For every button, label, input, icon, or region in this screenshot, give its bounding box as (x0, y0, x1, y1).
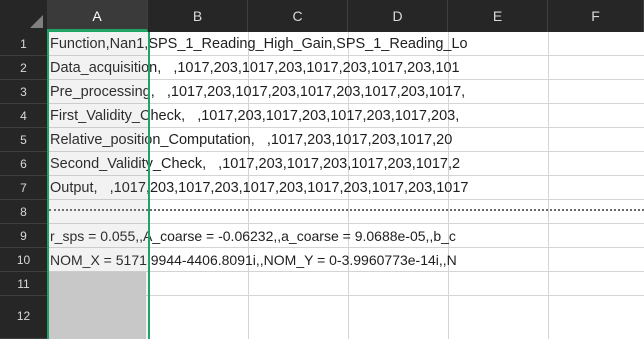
row-header-column: 1 2 3 4 5 6 7 8 9 10 11 12 (0, 32, 47, 339)
cell-a6[interactable]: Second_Validity_Check, ,1017,203,1017,20… (47, 152, 644, 176)
column-header-row: A B C D E F (0, 0, 644, 32)
column-header-d[interactable]: D (348, 0, 448, 32)
column-header-a[interactable]: A (47, 0, 148, 32)
column-header-b[interactable]: B (148, 0, 248, 32)
row-header-5[interactable]: 5 (0, 128, 47, 152)
cell-a5[interactable]: Relative_position_Computation, ,1017,203… (47, 128, 644, 152)
select-all-triangle-icon (30, 15, 43, 28)
row-header-1[interactable]: 1 (0, 32, 47, 56)
cell-a9[interactable]: r_sps = 0.055,,A_coarse = -0.06232,,a_co… (47, 224, 644, 248)
cell-a10[interactable]: NOM_X = 5171.9944-4406.8091i,,NOM_Y = 0-… (47, 248, 644, 272)
dotted-separator-line (49, 209, 644, 211)
cell-a4[interactable]: First_Validity_Check, ,1017,203,1017,203… (47, 104, 644, 128)
cell-a2[interactable]: Data_acquisition, ,1017,203,1017,203,101… (47, 56, 644, 80)
row-header-9[interactable]: 9 (0, 224, 47, 248)
row-header-7[interactable]: 7 (0, 176, 47, 200)
row-header-11[interactable]: 11 (0, 272, 47, 296)
row-header-2[interactable]: 2 (0, 56, 47, 80)
row-header-12[interactable]: 12 (0, 296, 47, 339)
cell-a8[interactable] (47, 200, 644, 224)
column-header-c[interactable]: C (248, 0, 348, 32)
row-header-10[interactable]: 10 (0, 248, 47, 272)
column-header-f[interactable]: F (548, 0, 644, 32)
row-header-3[interactable]: 3 (0, 80, 47, 104)
row-header-8[interactable]: 8 (0, 200, 47, 224)
column-header-e[interactable]: E (448, 0, 548, 32)
row-header-4[interactable]: 4 (0, 104, 47, 128)
cell-a3[interactable]: Pre_processing, ,1017,203,1017,203,1017,… (47, 80, 644, 104)
selected-empty-cells (48, 272, 146, 339)
cell-a1[interactable]: Function,Nan1,SPS_1_Reading_High_Gain,SP… (47, 32, 644, 56)
spreadsheet: A B C D E F 1 2 3 4 5 6 7 8 9 10 11 12 F… (0, 0, 644, 339)
cell-a7[interactable]: Output, ,1017,203,1017,203,1017,203,1017… (47, 176, 644, 200)
row-header-6[interactable]: 6 (0, 152, 47, 176)
select-all-corner[interactable] (0, 0, 47, 32)
